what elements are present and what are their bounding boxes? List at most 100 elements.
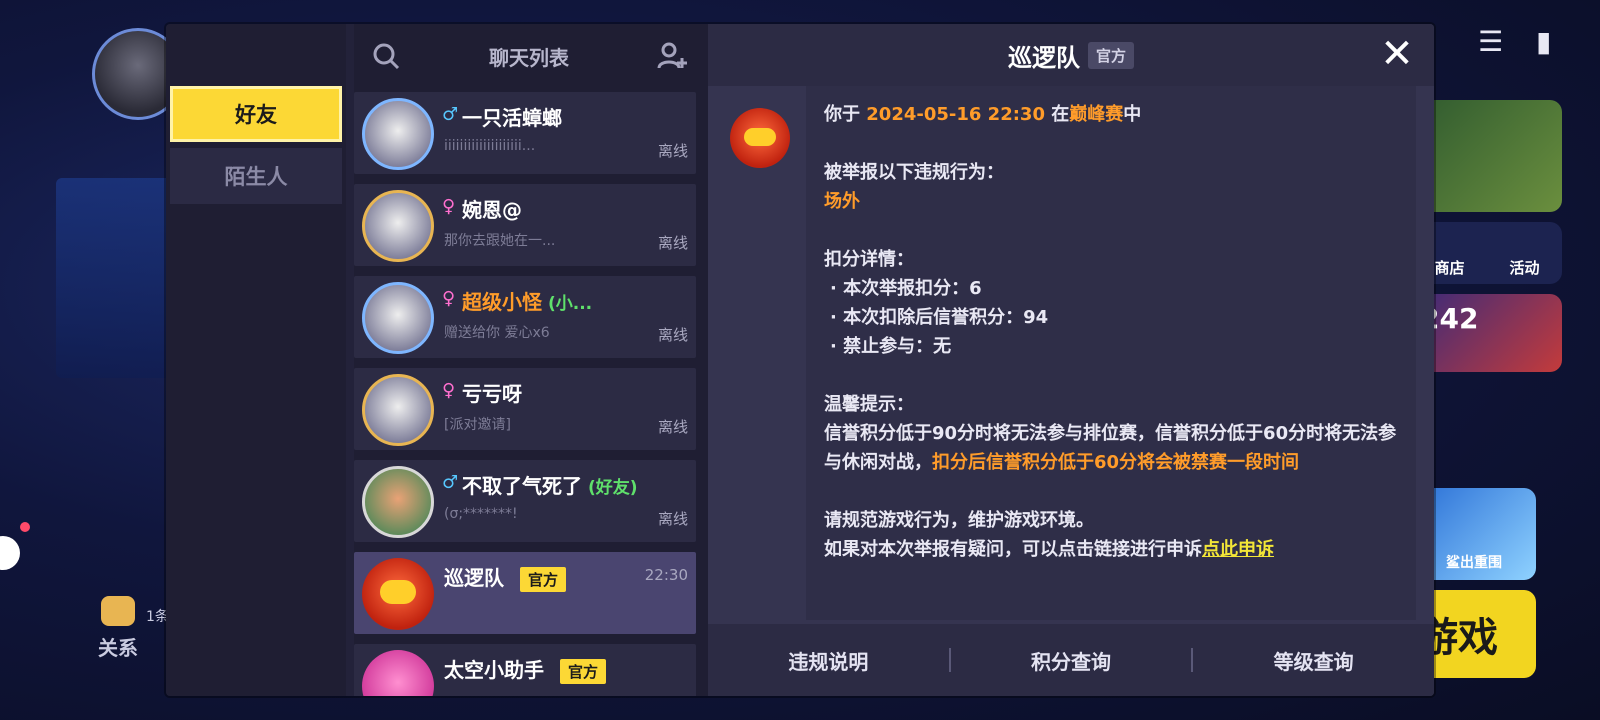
friend-avatar: [362, 98, 434, 170]
violation-datetime: 2024-05-16 22:30: [866, 104, 1045, 125]
chat-name-row: 超级小怪 (小...: [462, 286, 592, 315]
official-badge: 官方: [520, 567, 567, 592]
level-query-button[interactable]: 等级查询: [1193, 646, 1434, 675]
message-card: 你于 2024-05-16 22:30 在巅峰赛中 被举报以下违规行为： 场外 …: [806, 86, 1416, 620]
online-status: 离线: [657, 510, 688, 528]
event-tile[interactable]: [1412, 100, 1562, 212]
deduct-item: · 禁止参与：无: [830, 336, 952, 357]
violation-type: 场外: [824, 191, 860, 212]
chat-list-header: 聊天列表: [354, 24, 708, 88]
online-status: 离线: [657, 418, 688, 436]
chat-preview: 赠送给你 爱心x6: [444, 325, 550, 341]
chat-item[interactable]: ♀ 超级小怪 (小... 赠送给你 爱心x6 离线: [354, 276, 696, 358]
detail-footer: 违规说明 积分查询 等级查询: [708, 624, 1434, 696]
activity-label: 活动: [1509, 259, 1540, 277]
violation-info-button[interactable]: 违规说明: [708, 646, 949, 675]
deduct-item: · 本次扣除后信誉积分：94: [830, 307, 1049, 328]
report-intro: 被举报以下违规行为：: [824, 162, 1004, 183]
violation-time-line: 你于 2024-05-16 22:30 在巅峰赛中: [824, 100, 1398, 129]
friend-avatar: [362, 190, 434, 262]
deduct-title: 扣分详情：: [824, 249, 914, 270]
online-status: 离线: [657, 326, 688, 344]
shop-label: 商店: [1434, 259, 1465, 277]
sender-avatar: [730, 108, 790, 168]
floating-button[interactable]: [0, 536, 20, 570]
official-avatar: [362, 558, 434, 630]
score-query-button[interactable]: 积分查询: [951, 646, 1192, 675]
chat-item[interactable]: ♀ 婉恩@ 那你去跟她在一... 离线: [354, 184, 696, 266]
text: 中: [1123, 104, 1142, 125]
chat-name-row: 不取了气死了 (好友): [462, 470, 638, 499]
chat-tag: (好友): [588, 478, 638, 498]
appeal-link[interactable]: 点此申诉: [1202, 539, 1274, 560]
female-icon: ♀: [442, 288, 456, 309]
chat-name: 太空小助手: [444, 658, 544, 682]
relation-button[interactable]: 关系: [88, 596, 148, 661]
menu-icon[interactable]: ☰: [1478, 26, 1510, 58]
chat-time: 22:30: [644, 566, 688, 584]
right-tiles: 商店 活动 242 鲨出重围 游戏: [1412, 100, 1562, 678]
top-right-icons: ☰ ▮: [1478, 26, 1568, 58]
chat-preview: iiiiiiiiiiiiiiiiiiii...: [444, 138, 536, 154]
online-status: 离线: [657, 142, 688, 160]
official-avatar: [362, 650, 434, 696]
chat-list-title: 聊天列表: [489, 45, 569, 70]
capsule-label: 鲨出重围: [1446, 555, 1502, 571]
tab-friends[interactable]: 好友: [170, 86, 342, 142]
text: 你于: [824, 104, 867, 125]
chat-name: 一只活蟑螂: [462, 106, 562, 130]
chat-name: 婉恩@: [462, 198, 522, 222]
chat-item-selected[interactable]: 巡逻队 官方 22:30: [354, 552, 696, 634]
relation-icon: [101, 596, 135, 626]
chat-name: 不取了气死了: [462, 474, 582, 498]
chat-name: 超级小怪: [462, 290, 542, 314]
chat-item[interactable]: 太空小助手 官方: [354, 644, 696, 696]
closing-line: 请规范游戏行为，维护游戏环境。: [824, 510, 1094, 531]
chat-name: 巡逻队: [444, 566, 504, 590]
chat-name-row: 巡逻队 官方: [444, 562, 567, 592]
female-icon: ♀: [442, 196, 456, 217]
chat-item[interactable]: ♀ 亏亏呀 [派对邀请] 离线: [354, 368, 696, 450]
category-column: 好友 陌生人: [166, 24, 346, 696]
deduct-item: · 本次举报扣分：6: [830, 278, 982, 299]
chat-item[interactable]: ♂ 一只活蟑螂 iiiiiiiiiiiiiiiiiiii... 离线: [354, 92, 696, 174]
add-friend-icon[interactable]: [654, 38, 690, 74]
relation-label: 关系: [98, 636, 138, 660]
chat-name: 亏亏呀: [462, 382, 522, 406]
chat-list: 聊天列表 ♂ 一只活蟑螂 iiiiiiiiiiiiiiiiiiii... 离线 …: [354, 24, 708, 696]
chat-preview: (σ;*******!: [444, 506, 518, 522]
text: 在: [1044, 104, 1070, 125]
tip-title: 温馨提示：: [824, 394, 914, 415]
search-icon[interactable]: [368, 38, 404, 74]
detail-title: 巡逻队: [1007, 43, 1080, 72]
female-icon: ♀: [442, 380, 456, 401]
tip-body: 信誉积分低于90分时将无法参与排位赛，信誉积分低于60分时将无法参与休闲对战，扣…: [824, 419, 1398, 477]
male-icon: ♂: [442, 472, 459, 493]
shop-activity-tile[interactable]: 商店 活动: [1412, 222, 1562, 284]
chat-preview: 那你去跟她在一...: [444, 233, 556, 249]
official-badge: 官方: [1087, 41, 1134, 69]
tip-body-highlight: 扣分后信誉积分低于60分将会被禁赛一段时间: [932, 452, 1300, 473]
friend-avatar: [362, 282, 434, 354]
chat-preview: [派对邀请]: [444, 417, 511, 433]
chat-name-row: 太空小助手 官方: [444, 654, 607, 684]
appeal-text: 如果对本次举报有疑问，可以点击链接进行申诉: [824, 539, 1202, 560]
message-detail: 巡逻队 官方 ✕ 你于 2024-05-16 22:30 在巅峰赛中 被举报以下…: [708, 24, 1434, 696]
friend-avatar: [362, 466, 434, 538]
male-icon: ♂: [442, 104, 459, 125]
close-icon[interactable]: ✕: [1378, 34, 1416, 74]
friend-avatar: [362, 374, 434, 446]
chat-modal: 好友 陌生人 聊天列表 ♂ 一只活蟑螂 iiiiiiiiiiiiiiiiiiii…: [166, 24, 1434, 696]
detail-header: 巡逻队 官方 ✕: [708, 24, 1434, 86]
appeal-line: 如果对本次举报有疑问，可以点击链接进行申诉点此申诉: [824, 535, 1398, 564]
tab-strangers[interactable]: 陌生人: [170, 148, 342, 204]
online-status: 离线: [657, 234, 688, 252]
signal-icon: ▮: [1536, 25, 1552, 58]
notification-dot: [20, 522, 30, 532]
circus-tile[interactable]: 242: [1412, 294, 1562, 372]
chat-tag: (小...: [548, 294, 593, 314]
official-badge: 官方: [560, 659, 607, 684]
background-panel: [56, 178, 176, 378]
game-mode: 巅峰赛: [1069, 104, 1124, 125]
chat-item[interactable]: ♂ 不取了气死了 (好友) (σ;*******! 离线: [354, 460, 696, 542]
